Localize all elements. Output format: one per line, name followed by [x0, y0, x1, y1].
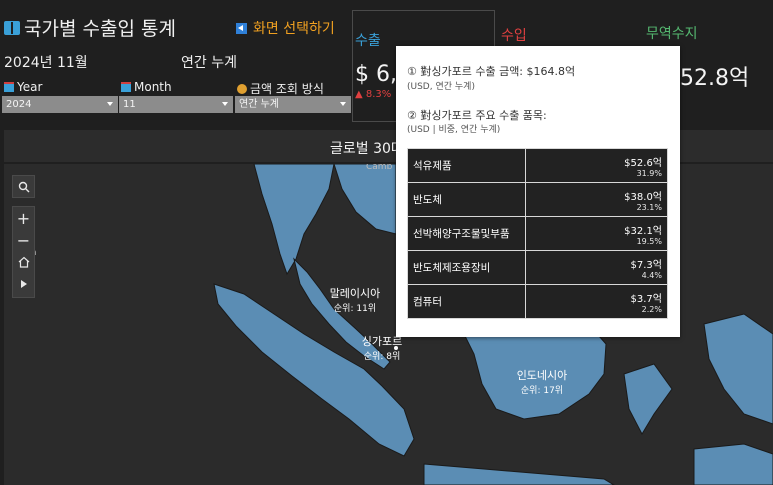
item-name: 석유제품: [407, 148, 526, 183]
item-name: 반도체: [407, 182, 526, 217]
month-select[interactable]: 11: [119, 96, 233, 113]
trade-balance-label: 무역수지: [646, 26, 698, 42]
chevron-down-icon: [107, 102, 113, 106]
zoom-out-button[interactable]: −: [13, 229, 34, 251]
item-share: 2.2%: [641, 304, 662, 314]
land-philippines: [703, 313, 773, 425]
map-search-button[interactable]: [12, 175, 35, 198]
month-filter-label: Month: [121, 80, 172, 94]
country-label-malaysia[interactable]: 말레이시아 순위: 11위: [315, 285, 395, 314]
table-row: 석유제품 $52.6억 31.9%: [407, 148, 668, 183]
tooltip-top-items-title: ② 對싱가포르 주요 수출 품목:: [407, 109, 547, 122]
table-row: 컴퓨터 $3.7억 2.2%: [407, 284, 668, 319]
item-name: 선박해양구조물및부품: [407, 216, 526, 251]
item-amount: $38.0억: [624, 191, 662, 203]
chevron-down-icon: [340, 102, 346, 106]
zoom-in-button[interactable]: +: [13, 207, 34, 229]
table-row: 선박해양구조물및부품 $32.1억 19.5%: [407, 216, 668, 251]
play-button[interactable]: [13, 273, 34, 295]
item-share: 23.1%: [636, 202, 662, 212]
section-banner-title: 글로벌 30대: [330, 141, 404, 157]
item-share: 4.4%: [641, 270, 662, 280]
country-label-singapore[interactable]: 싱가포르 순위: 8위: [342, 333, 422, 362]
tooltip-export-amount: ① 對싱가포르 수출 금액: $164.8억: [407, 65, 576, 78]
year-filter-label: Year: [4, 80, 42, 94]
method-select[interactable]: 연간 누계: [235, 96, 351, 113]
chevron-down-icon: [222, 102, 228, 106]
item-amount: $3.7억: [630, 293, 662, 305]
money-bag-icon: [237, 83, 247, 94]
item-name: 컴퓨터: [407, 284, 526, 319]
page-title: 국가별 수출입 통계: [4, 14, 176, 41]
land-islands-southeast: [693, 443, 773, 485]
import-kpi-label: 수입: [501, 28, 527, 44]
table-row: 반도체 $38.0억 23.1%: [407, 182, 668, 217]
item-amount: $7.3억: [630, 259, 662, 271]
item-amount: $32.1억: [624, 225, 662, 237]
country-tooltip: ① 對싱가포르 수출 금액: $164.8억 (USD, 연간 누계) ② 對싱…: [396, 46, 680, 337]
book-icon: [4, 20, 20, 35]
play-icon: [20, 280, 27, 288]
land-indochina: [253, 164, 335, 276]
country-label-indonesia[interactable]: 인도네시아 순위: 17위: [502, 367, 582, 396]
plus-icon: +: [16, 208, 31, 228]
land-java: [423, 463, 615, 485]
calendar-icon: [4, 82, 14, 92]
item-share: 19.5%: [636, 236, 662, 246]
minus-icon: −: [16, 230, 31, 250]
calendar-icon: [121, 82, 131, 92]
method-filter-label: 금액 조회 방식: [237, 80, 324, 97]
mode-label: 연간 누계: [181, 55, 237, 71]
map-place-label: Camb: [366, 164, 393, 172]
tooltip-export-amount-note: (USD, 연간 누계): [407, 82, 475, 92]
home-button[interactable]: [13, 251, 34, 273]
trade-balance-value: 52.8억: [680, 66, 750, 91]
back-arrow-icon: [236, 22, 247, 34]
map-zoom-controls: + −: [12, 206, 35, 298]
period-label: 2024년 11월: [4, 55, 88, 71]
land-vietnam: [333, 164, 397, 235]
table-row: 반도체제조용장비 $7.3억 4.4%: [407, 250, 668, 285]
export-kpi-label: 수출: [355, 33, 381, 49]
screen-select-button[interactable]: 화면 선택하기: [236, 18, 335, 38]
top-export-items-table: 석유제품 $52.6억 31.9% 반도체 $38.0억 23.1% 선박해양구조물…: [407, 148, 668, 319]
item-amount: $52.6억: [624, 157, 662, 169]
land-sulawesi: [623, 363, 673, 436]
year-select[interactable]: 2024: [2, 96, 118, 113]
export-kpi-change: ▲ 8.3%: [355, 89, 392, 100]
search-icon: [18, 181, 29, 192]
tooltip-top-items-note: (USD | 비중, 연간 누계): [407, 125, 501, 135]
home-icon: [18, 256, 29, 268]
item-share: 31.9%: [636, 168, 662, 178]
item-name: 반도체제조용장비: [407, 250, 526, 285]
